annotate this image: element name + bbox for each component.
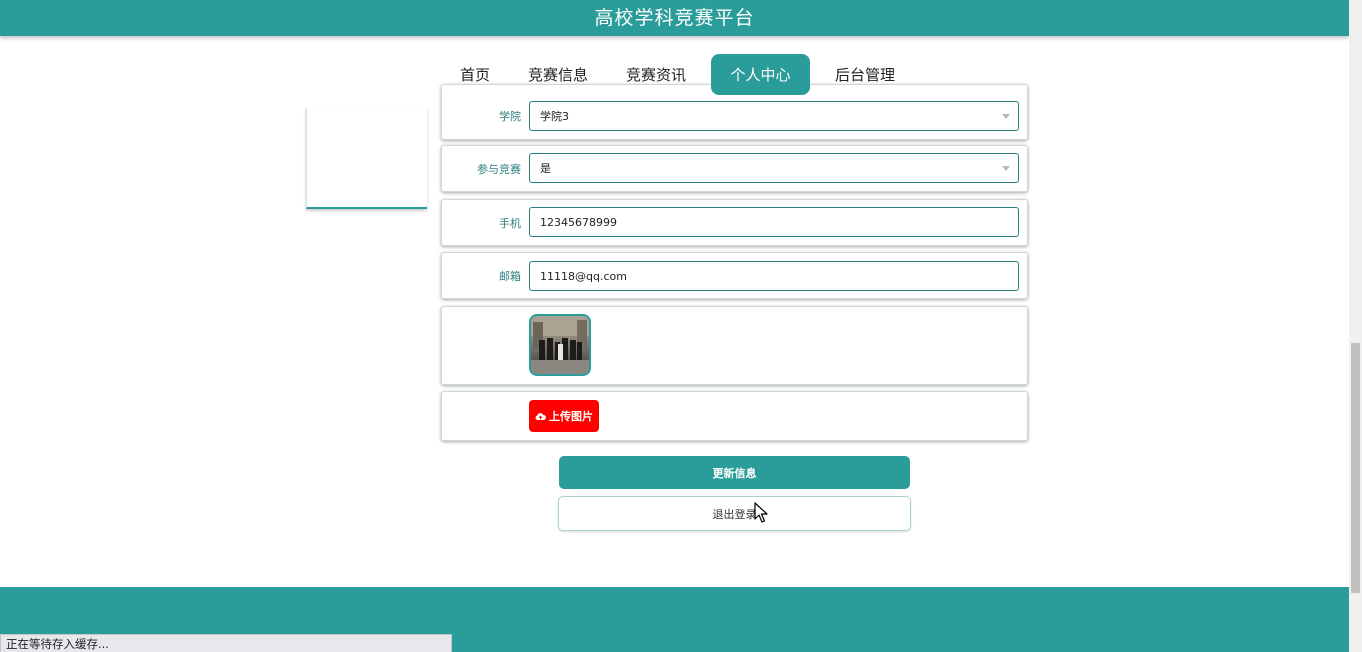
nav-item-personal-center[interactable]: 个人中心 [711, 53, 811, 95]
nav-item-news[interactable]: 竞赛资讯 [607, 54, 705, 95]
logout-button[interactable]: 退出登录 [558, 496, 911, 531]
phone-row: 手机 12345678999 [441, 199, 1028, 246]
college-label: 学院 [499, 110, 521, 123]
avatar-photo-icon [531, 316, 589, 374]
email-row: 邮箱 11118@qq.com [441, 252, 1028, 299]
nav-item-home[interactable]: 首页 [441, 54, 509, 95]
site-header: 高校学科竞赛平台 [0, 0, 1349, 36]
cloud-upload-icon [535, 412, 546, 420]
nav-item-admin[interactable]: 后台管理 [816, 54, 914, 95]
upload-image-button[interactable]: 上传图片 [529, 400, 599, 432]
participate-value: 是 [540, 162, 551, 175]
nav-item-competitions[interactable]: 竞赛信息 [509, 54, 607, 95]
upload-image-label: 上传图片 [549, 410, 593, 423]
chevron-down-icon [1002, 114, 1010, 119]
participate-label: 参与竞赛 [477, 162, 521, 176]
upload-row: 上传图片 [441, 391, 1028, 441]
chevron-down-icon [1002, 166, 1010, 171]
main-nav: 首页 竞赛信息 竞赛资讯 个人中心 后台管理 [0, 53, 1349, 95]
email-label: 邮箱 [499, 269, 521, 283]
phone-label: 手机 [499, 216, 521, 230]
mouse-pointer-icon [754, 502, 768, 528]
page-scrollbar[interactable] [1349, 0, 1362, 652]
browser-status-bar: 正在等待存入缓存... [0, 634, 452, 652]
participate-select[interactable]: 是 [529, 153, 1019, 183]
avatar-row [441, 306, 1028, 385]
scrollbar-thumb[interactable] [1351, 343, 1360, 593]
college-value: 学院3 [540, 110, 569, 123]
avatar [529, 314, 591, 376]
sidebar-menu [306, 108, 427, 209]
page: 高校学科竞赛平台 首页 竞赛信息 竞赛资讯 个人中心 后台管理 学院 学院3 参… [0, 0, 1362, 652]
phone-input[interactable]: 12345678999 [529, 207, 1019, 237]
site-title: 高校学科竞赛平台 [594, 6, 755, 29]
participate-row: 参与竞赛 是 [441, 145, 1028, 192]
update-info-button[interactable]: 更新信息 [559, 456, 910, 489]
college-select[interactable]: 学院3 [529, 101, 1019, 131]
email-input[interactable]: 11118@qq.com [529, 261, 1019, 291]
